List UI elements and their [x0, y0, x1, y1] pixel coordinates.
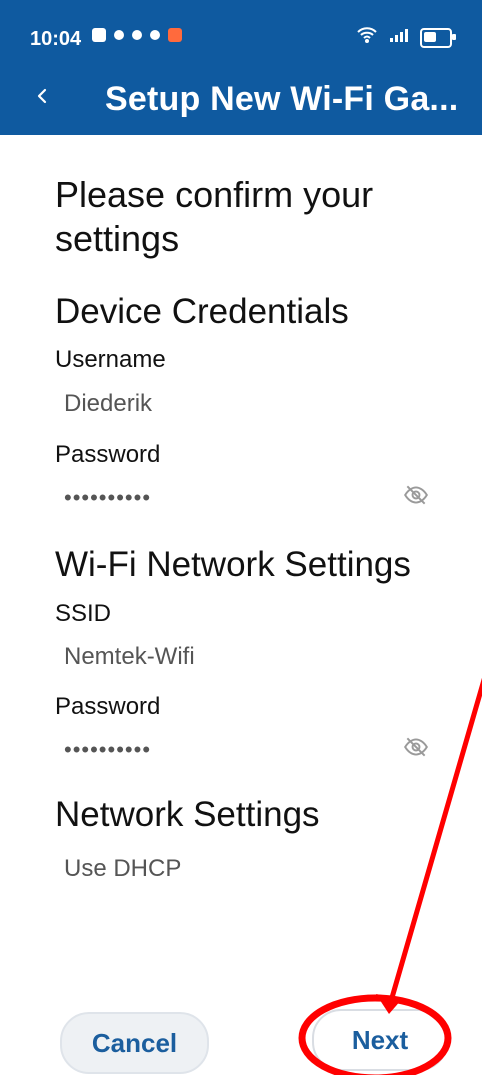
network-settings-title: Network Settings — [55, 795, 320, 834]
notification-icon — [92, 28, 106, 42]
next-button[interactable]: Next — [312, 1009, 448, 1071]
network-settings-value: Use DHCP — [64, 855, 182, 882]
status-bar: 10:04 — [0, 0, 482, 68]
cellular-signal-icon — [388, 26, 410, 50]
wifi-password-value: •••••••••• — [64, 737, 152, 762]
device-credentials-title: Device Credentials — [55, 292, 349, 331]
battery-icon — [420, 28, 456, 48]
wifi-password-label: Password — [55, 693, 161, 720]
app-icon — [150, 30, 160, 40]
page-title: Setup New Wi-Fi Ga... — [105, 80, 459, 118]
phone-screen: 10:04 Setup New Wi-Fi Ga... Please confi… — [0, 0, 482, 1075]
eye-off-icon[interactable] — [403, 734, 429, 760]
status-time: 10:04 — [30, 28, 82, 50]
wifi-network-settings-title: Wi-Fi Network Settings — [55, 545, 411, 584]
cancel-button[interactable]: Cancel — [60, 1012, 209, 1074]
app-bar: Setup New Wi-Fi Ga... — [0, 68, 482, 135]
top-bar: 10:04 Setup New Wi-Fi Ga... — [0, 0, 482, 135]
status-right-icons — [356, 26, 456, 50]
signal-icon — [114, 30, 124, 40]
username-value: Diederik — [64, 390, 153, 417]
settings-content: Please confirm your settings Device Cred… — [0, 135, 482, 1075]
device-password-value: •••••••••• — [64, 485, 152, 510]
arrow-left-icon[interactable] — [30, 84, 54, 108]
confirm-heading: Please confirm your settings — [55, 174, 374, 259]
ssid-label: SSID — [55, 600, 112, 627]
status-notification-icons — [92, 28, 182, 42]
wifi-icon — [356, 26, 378, 50]
ssid-value: Nemtek-Wifi — [64, 643, 195, 670]
alert-icon — [132, 30, 142, 40]
username-label: Username — [55, 346, 166, 373]
app-badge-icon — [168, 28, 182, 42]
eye-off-icon[interactable] — [403, 482, 429, 508]
battery-level — [424, 32, 436, 42]
device-password-label: Password — [55, 441, 161, 468]
